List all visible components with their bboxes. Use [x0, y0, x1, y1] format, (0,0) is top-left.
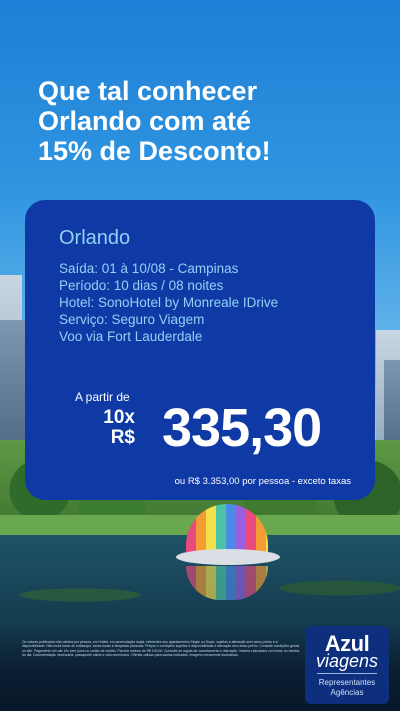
offer-card: Orlando Saída: 01 à 10/08 - Campinas Per… [25, 200, 375, 500]
detail-hotel: Hotel: SonoHotel by Monreale IDrive [59, 295, 279, 310]
building [0, 320, 26, 460]
logo-divider [317, 673, 377, 674]
offer-details: Saída: 01 à 10/08 - Campinas Período: 10… [59, 260, 278, 345]
detail-period: Período: 10 dias / 08 noites [59, 278, 224, 293]
from-label: A partir de [75, 390, 130, 404]
headline-line-2: Orlando com até [38, 106, 252, 136]
logo-tagline-1: Representantes [318, 678, 376, 687]
headline-line-1: Que tal conhecer [38, 76, 258, 106]
detail-service: Serviço: Seguro Viagem [59, 312, 205, 327]
installments: 10x [103, 407, 135, 428]
logo-sub: viagens [315, 651, 379, 671]
amphitheater-deck [176, 549, 280, 565]
destination-city: Orlando [59, 227, 131, 249]
detail-departure: Saída: 01 à 10/08 - Campinas [59, 261, 239, 276]
currency: R$ [110, 427, 135, 448]
installment-price: 335,30 [162, 398, 322, 458]
headline: Que tal conhecer Orlando com até 15% de … [38, 76, 368, 166]
headline-line-3: 15% de Desconto! [38, 136, 271, 166]
detail-flight: Voo via Fort Lauderdale [59, 329, 203, 344]
total-price-note: ou R$ 3.353,00 por pessoa - exceto taxas [174, 476, 351, 487]
logo-tagline-2: Agências [330, 688, 364, 697]
azul-viagens-logo: Azul viagens Representantes Agências [305, 626, 389, 704]
legal-disclaimer: Os valores publicados são válidos por pe… [22, 640, 300, 657]
